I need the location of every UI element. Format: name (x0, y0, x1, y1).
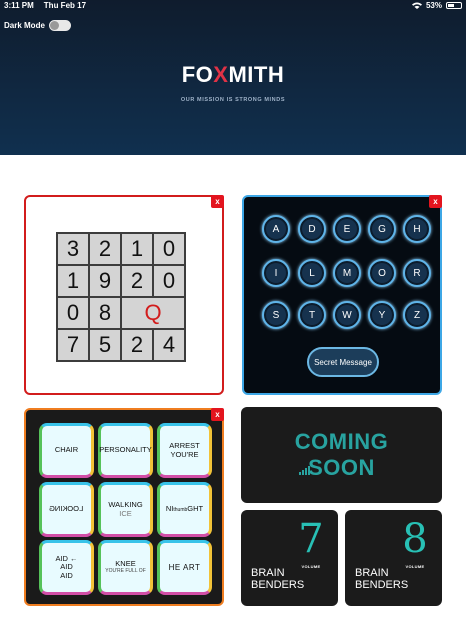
word-tile[interactable]: KNEE YOU'RE FULL OF (98, 540, 153, 595)
volume-title: BRAIN BENDERS (251, 567, 305, 591)
number-puzzle-card[interactable]: x 3210192008Q7524 (24, 195, 224, 395)
close-button[interactable]: x (211, 195, 224, 208)
letter-button[interactable]: G (368, 215, 396, 243)
status-bar: 3:11 PM Thu Feb 17 53% (0, 0, 466, 12)
grid-cell[interactable]: 2 (122, 266, 152, 296)
title-line-1: BRAIN (355, 567, 389, 579)
word-tile[interactable]: ARREST YOU'RE (157, 423, 212, 478)
letter-button[interactable]: E (333, 215, 361, 243)
word-tile[interactable]: HE ART (157, 540, 212, 595)
letter-button[interactable]: Z (403, 301, 431, 329)
coming-text: COMING (294, 429, 389, 454)
number-grid: 3210192008Q7524 (56, 232, 186, 362)
toggle-knob (49, 21, 59, 30)
volume-title: BRAIN BENDERS (355, 567, 409, 591)
app-header: 3:11 PM Thu Feb 17 53% Dark Mode FOXMITH… (0, 0, 466, 155)
grid-cell[interactable]: 7 (58, 330, 88, 360)
letter-button[interactable]: T (298, 301, 326, 329)
volume-number: 8 (402, 516, 428, 562)
tile-sub-text: YOU'RE FULL OF (105, 567, 146, 574)
wifi-icon (411, 2, 422, 9)
battery-percent: 53% (425, 1, 442, 10)
battery-fill (448, 4, 455, 7)
grid-cell[interactable]: 1 (58, 266, 88, 296)
dark-mode-label: Dark Mode (4, 21, 45, 30)
tile-end-text: GHT (187, 504, 204, 514)
tile-main-text: HE ART (168, 562, 201, 572)
tile-mid-text: thumb (173, 507, 188, 514)
word-tile[interactable]: LOOKING (39, 482, 94, 537)
logo-text-end: MITH (228, 62, 285, 87)
letter-puzzle-card[interactable]: x Secret Message ADEGH ILMOR STWYZ (242, 195, 442, 395)
tile-row: NIthumbGHT (166, 504, 204, 514)
coming-soon-card: COMING SOON (241, 407, 442, 503)
close-button[interactable]: x (429, 195, 442, 208)
logo-text-start: FO (181, 62, 214, 87)
title-line-2: BENDERS (355, 578, 409, 591)
volume-7-card[interactable]: 7 VOLUME BRAIN BENDERS (241, 510, 338, 606)
tile-main-text: PERSONALITY (99, 445, 152, 455)
grid-cell[interactable]: 1 (122, 234, 152, 264)
word-tile[interactable]: PERSONALITY (98, 423, 153, 478)
grid-cell[interactable]: 0 (154, 234, 184, 264)
mission-tagline: OUR MISSION IS STRONG MINDS (180, 97, 286, 103)
grid-cell[interactable]: 8 (90, 298, 120, 328)
tile-main-text: CHAIR (54, 445, 79, 455)
grid-cell[interactable]: 9 (90, 266, 120, 296)
foxmith-logo: FOXMITH (0, 62, 466, 88)
dark-mode-control: Dark Mode (4, 20, 71, 31)
close-button[interactable]: x (211, 408, 224, 421)
letter-button[interactable]: A (262, 215, 290, 243)
grid-cell[interactable]: Q (122, 298, 184, 328)
logo-x: X (213, 62, 229, 87)
grid-cell[interactable]: 5 (90, 330, 120, 360)
grid-cell[interactable]: 2 (122, 330, 152, 360)
letter-button[interactable]: W (333, 301, 361, 329)
word-puzzle-card[interactable]: x CHAIR PERSONALITY ARREST YOU'RE LOOKING WAL… (24, 408, 224, 606)
volume-8-card[interactable]: 8 VOLUME BRAIN BENDERS (345, 510, 442, 606)
letter-button[interactable]: S (262, 301, 290, 329)
letter-button[interactable]: M (333, 259, 361, 287)
letter-button[interactable]: I (262, 259, 290, 287)
letter-button[interactable]: L (298, 259, 326, 287)
letter-button[interactable]: D (298, 215, 326, 243)
grid-cell[interactable]: 0 (154, 266, 184, 296)
grid-cell[interactable]: 0 (58, 298, 88, 328)
grid-cell[interactable]: 4 (154, 330, 184, 360)
status-time: 3:11 PM (4, 1, 34, 10)
grid-cell[interactable]: 2 (90, 234, 120, 264)
tile-sub-text: YOU'RE (170, 449, 199, 459)
volume-number: 7 (298, 516, 324, 562)
dark-mode-toggle[interactable] (48, 20, 71, 31)
word-tile[interactable]: NIthumbGHT (157, 482, 212, 537)
word-tile[interactable]: WALKING ICE (98, 482, 153, 537)
tile-main-text: LOOKING (49, 504, 84, 514)
grid-cell[interactable]: 3 (58, 234, 88, 264)
title-line-1: BRAIN (251, 567, 285, 579)
letter-button[interactable]: R (403, 259, 431, 287)
title-line-2: BENDERS (251, 578, 305, 591)
letter-button[interactable]: H (403, 215, 431, 243)
word-tile[interactable]: AID ← AID AID (39, 540, 94, 595)
letter-button[interactable]: O (368, 259, 396, 287)
tile-sub-text-2: AID (60, 570, 73, 580)
soon-text: SOON (308, 455, 375, 480)
word-tile[interactable]: CHAIR (39, 423, 94, 478)
letter-button[interactable]: Y (368, 301, 396, 329)
status-date: Thu Feb 17 (43, 1, 87, 10)
tile-sub-text: ICE (119, 508, 132, 518)
secret-message-button[interactable]: Secret Message (307, 347, 379, 377)
battery-icon (446, 2, 462, 9)
